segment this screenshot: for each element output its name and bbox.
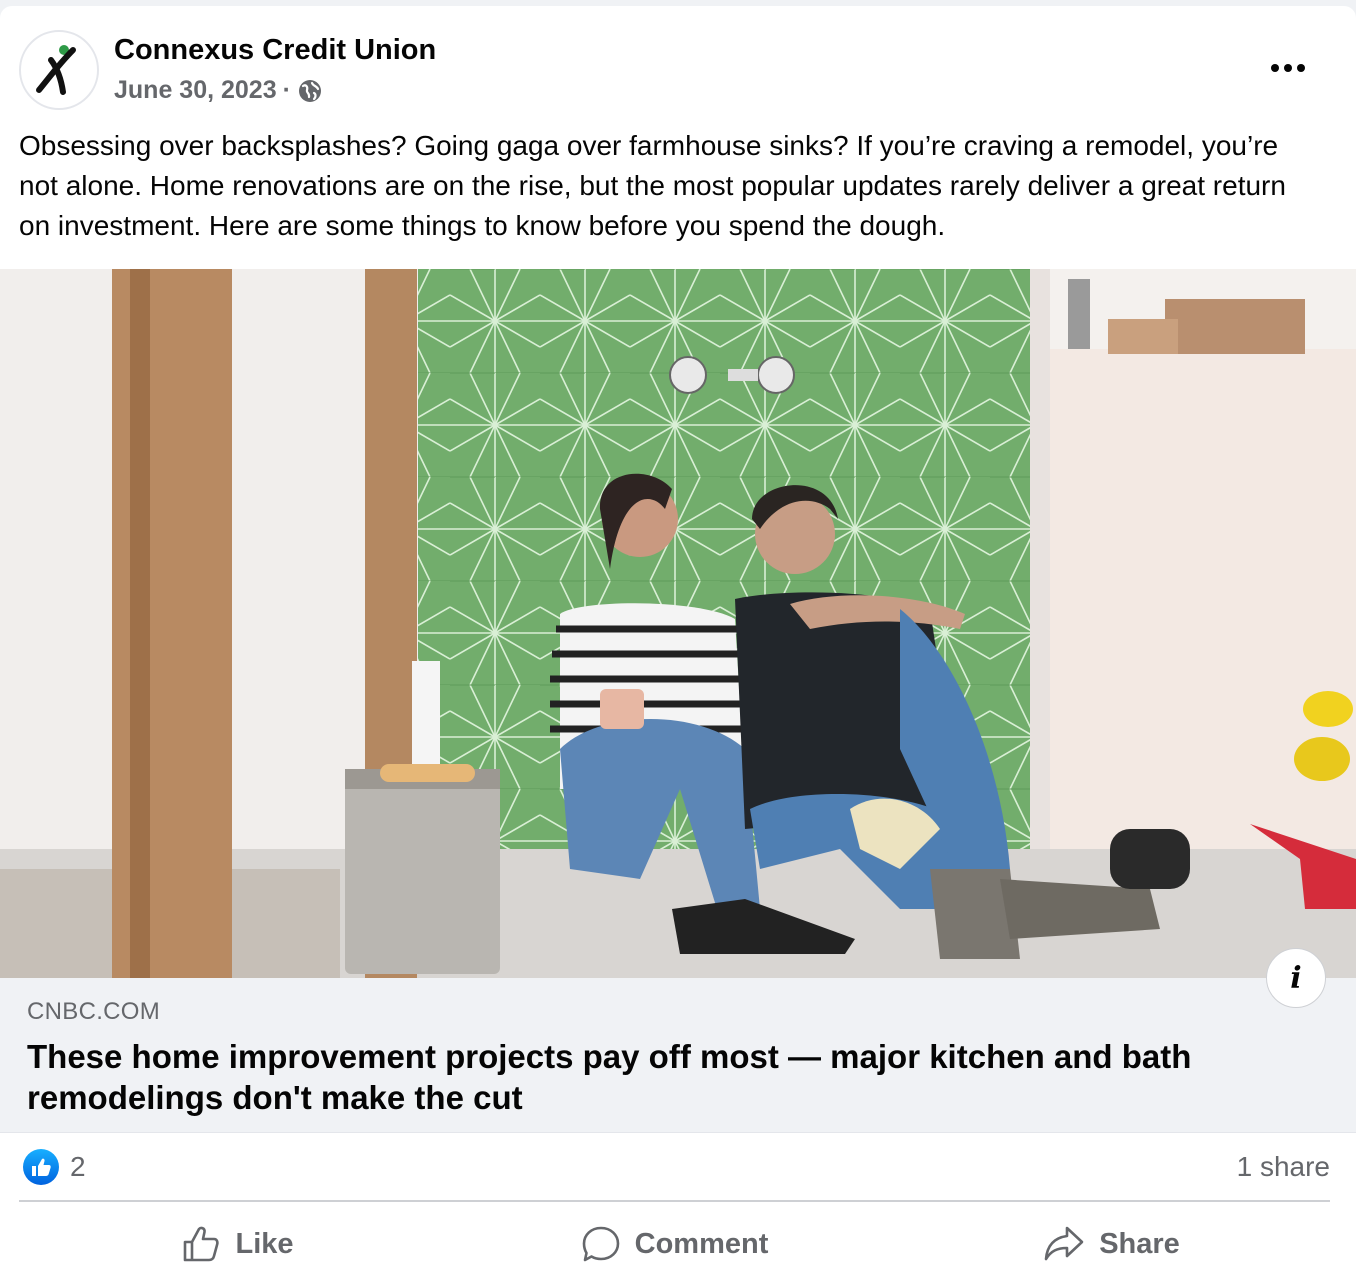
post-text: Obsessing over backsplashes? Going gaga …	[19, 130, 1286, 241]
share-arrow-icon	[1044, 1226, 1084, 1261]
page-avatar[interactable]	[19, 30, 99, 110]
like-label: Like	[235, 1227, 294, 1260]
comment-button[interactable]: Comment	[456, 1212, 893, 1276]
post-card: Connexus Credit Union June 30, 2023 · Ob…	[0, 6, 1356, 1283]
like-button[interactable]: Like	[19, 1212, 456, 1276]
comment-label: Comment	[634, 1227, 769, 1260]
meta-separator: ·	[282, 76, 291, 104]
like-reaction-icon[interactable]	[23, 1149, 59, 1185]
reactions-summary: 2 1 share	[19, 1144, 1330, 1202]
page-name-link[interactable]: Connexus Credit Union	[114, 34, 436, 67]
share-button[interactable]: Share	[893, 1212, 1330, 1276]
link-domain: CNBC.COM	[27, 998, 161, 1025]
post-date-link[interactable]: June 30, 2023	[114, 76, 277, 105]
couple-renovation-photo	[0, 269, 1356, 978]
thumbs-up-icon	[184, 1226, 220, 1262]
dot-icon	[1271, 64, 1279, 72]
dot-icon	[1297, 64, 1305, 72]
dot-icon	[1284, 64, 1292, 72]
post-meta: June 30, 2023 ·	[114, 76, 323, 105]
link-preview-image[interactable]	[0, 269, 1356, 978]
link-headline[interactable]: These home improvement projects pay off …	[27, 1036, 1277, 1118]
comment-bubble-icon	[582, 1226, 619, 1262]
share-label: Share	[1099, 1227, 1180, 1260]
post-header: Connexus Credit Union June 30, 2023 ·	[0, 6, 1356, 116]
globe-icon[interactable]	[297, 78, 323, 104]
more-options-button[interactable]	[1264, 50, 1312, 86]
like-count[interactable]: 2	[70, 1151, 86, 1183]
link-preview-info[interactable]: CNBC.COM These home improvement projects…	[0, 948, 1356, 1133]
connexus-logo-icon	[36, 45, 76, 95]
share-count[interactable]: 1 share	[1237, 1151, 1330, 1183]
info-icon[interactable]: i	[1266, 948, 1326, 1008]
action-bar: Like Comment Share	[19, 1212, 1330, 1276]
